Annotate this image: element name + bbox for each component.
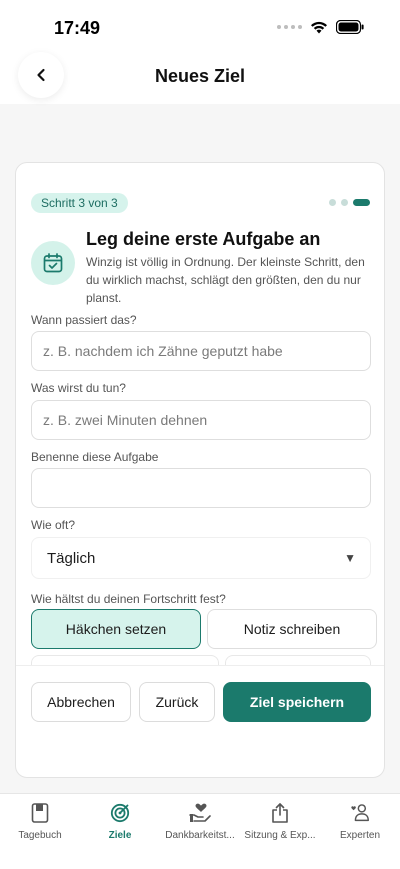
- goal-card: Schritt 3 von 3 Leg deine erste Aufgabe …: [15, 162, 385, 778]
- nav-item-journal[interactable]: Tagebuch: [0, 802, 80, 841]
- nav-item-session[interactable]: Sitzung & Exp...: [240, 802, 320, 841]
- status-time: 17:49: [54, 18, 101, 38]
- step-dot: [329, 199, 336, 206]
- nav-item-gratitude[interactable]: Dankbarkeitst...: [160, 802, 240, 841]
- frequency-value: Täglich: [47, 549, 96, 567]
- cancel-button[interactable]: Abbrechen: [31, 682, 131, 722]
- what-label: Was wirst du tun?: [31, 381, 126, 395]
- cellular-icon: [277, 25, 302, 29]
- card-title: Leg deine erste Aufgabe an: [86, 229, 321, 249]
- partial-option: [31, 655, 219, 665]
- nav-label: Dankbarkeitst...: [165, 830, 235, 841]
- heart-hand-icon: [189, 802, 211, 824]
- card-subtitle: Winzig ist völlig in Ordnung. Der kleins…: [86, 255, 365, 305]
- partial-option: [225, 655, 371, 665]
- what-input[interactable]: [31, 400, 371, 440]
- back-step-button[interactable]: Zurück: [139, 682, 215, 722]
- when-input[interactable]: [31, 331, 371, 371]
- nav-label: Ziele: [108, 830, 132, 841]
- tracking-option-checkmark[interactable]: Häkchen setzen: [31, 609, 201, 649]
- status-bar: 17:49: [0, 0, 400, 52]
- battery-icon: [336, 20, 364, 34]
- status-icons: [277, 20, 364, 34]
- calendar-check-icon: [31, 241, 75, 285]
- nav-label: Sitzung & Exp...: [244, 830, 316, 841]
- step-dot: [341, 199, 348, 206]
- step-badge: Schritt 3 von 3: [31, 193, 128, 213]
- caret-down-icon: ▼: [344, 551, 356, 565]
- target-icon: [109, 802, 131, 824]
- tracking-option-note[interactable]: Notiz schreiben: [207, 609, 377, 649]
- nav-label: Experten: [339, 830, 381, 841]
- frequency-select[interactable]: Täglich ▼: [31, 537, 371, 579]
- task-name-input[interactable]: [31, 468, 371, 508]
- step-dot-active: [353, 199, 370, 206]
- experts-icon: [349, 802, 371, 824]
- nav-label: Tagebuch: [18, 830, 62, 841]
- step-progress: [329, 199, 370, 206]
- when-label: Wann passiert das?: [31, 313, 137, 327]
- divider: [16, 665, 384, 666]
- bottom-nav: Tagebuch Ziele Dankbarkeitst... Sitzung …: [0, 793, 400, 869]
- task-name-label: Benenne diese Aufgabe: [31, 450, 159, 464]
- tracking-label: Wie hältst du deinen Fortschritt fest?: [31, 592, 226, 606]
- wifi-icon: [311, 21, 327, 33]
- save-goal-button[interactable]: Ziel speichern: [223, 682, 371, 722]
- page-title: Neues Ziel: [154, 66, 246, 86]
- nav-item-goals[interactable]: Ziele: [80, 802, 160, 841]
- header: Neues Ziel: [0, 52, 400, 104]
- share-icon: [269, 802, 291, 824]
- book-icon: [29, 802, 51, 824]
- frequency-label: Wie oft?: [31, 518, 76, 532]
- nav-item-experts[interactable]: Experten: [320, 802, 400, 841]
